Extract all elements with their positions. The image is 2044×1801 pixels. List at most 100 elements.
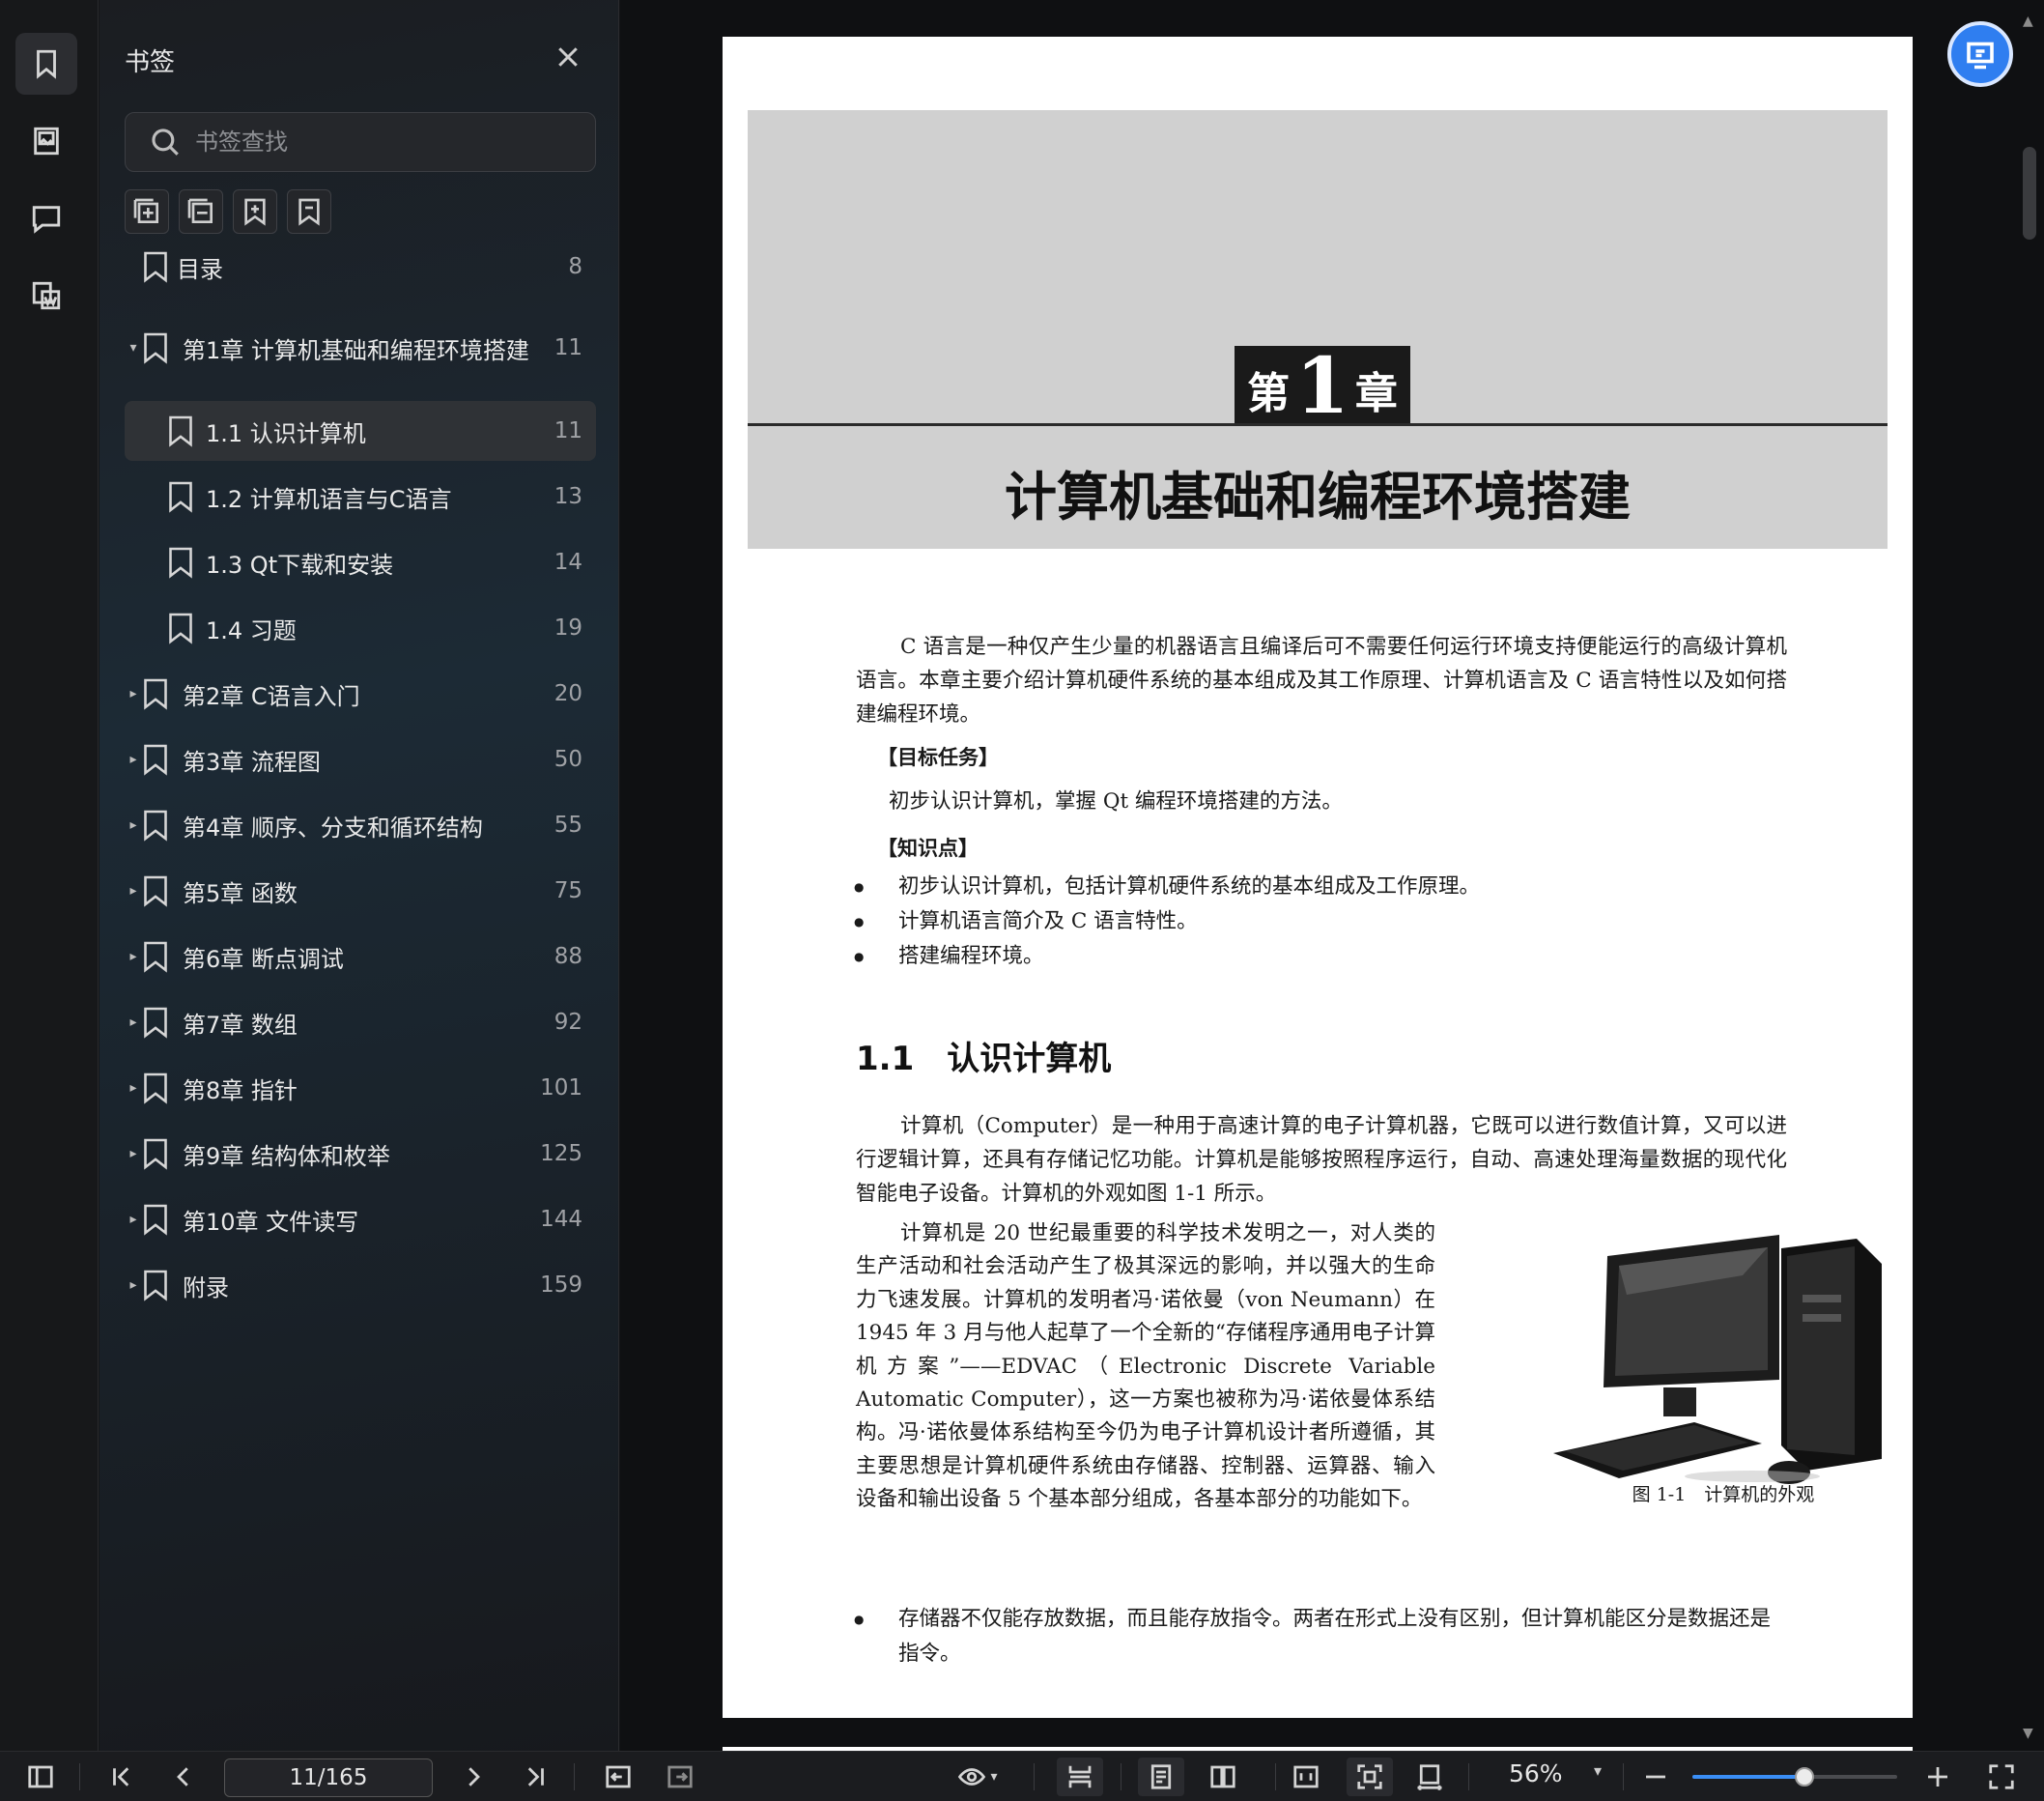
section-heading: 1.1 认识计算机	[856, 1032, 1111, 1079]
actual-size-button[interactable]	[1285, 1758, 1327, 1796]
page-number-input[interactable]: 11/165	[224, 1758, 433, 1797]
view-mode-dropdown[interactable]: ▾	[949, 1758, 1007, 1796]
bookmark-item[interactable]: ▸ 第2章 C语言入门 20	[125, 664, 596, 724]
bookmark-icon	[142, 1137, 169, 1170]
caret-right-icon[interactable]: ▸	[127, 686, 140, 701]
bookmark-item[interactable]: ▸ 第4章 顺序、分支和循环结构 55	[125, 795, 596, 855]
bookmark-page-number: 144	[540, 1207, 582, 1232]
bookmark-item[interactable]: ▸ 第6章 断点调试 88	[125, 927, 596, 986]
last-page-button[interactable]	[516, 1758, 554, 1796]
collapse-all-button[interactable]	[179, 189, 223, 234]
bookmark-tab-button[interactable]	[15, 33, 77, 95]
previous-page-button[interactable]	[164, 1758, 203, 1796]
single-page-button[interactable]	[1138, 1758, 1184, 1796]
bookmark-page-number: 19	[554, 615, 582, 641]
caret-right-icon[interactable]: ▸	[127, 1146, 140, 1161]
single-page-icon	[1150, 1764, 1172, 1789]
bookmark-item[interactable]: ▸ 第7章 数组 92	[125, 992, 596, 1052]
caret-right-icon[interactable]: ▸	[127, 817, 140, 833]
floating-convert-button[interactable]	[1947, 21, 2013, 87]
zoom-slider-handle[interactable]	[1795, 1767, 1814, 1787]
zoom-slider[interactable]	[1692, 1767, 1897, 1787]
chevron-down-icon: ▾	[990, 1769, 998, 1785]
back-button[interactable]	[599, 1758, 638, 1796]
caret-right-icon[interactable]: ▸	[127, 1277, 140, 1293]
forward-button[interactable]	[661, 1758, 699, 1796]
bookmark-item[interactable]: 1.4 习题 19	[125, 598, 596, 658]
bookmark-item[interactable]: ▸ 第3章 流程图 50	[125, 729, 596, 789]
caret-right-icon[interactable]: ▸	[127, 1212, 140, 1227]
caret-right-icon[interactable]: ▸	[127, 1015, 140, 1030]
two-page-button[interactable]	[1200, 1758, 1246, 1796]
document-page: 第 1 章 计算机基础和编程环境搭建 C 语言是一种仅产生少量的机器语言且编译后…	[723, 37, 1913, 1718]
bookmark-icon	[142, 874, 169, 907]
bookmark-item[interactable]: 1.1 认识计算机 11	[125, 401, 596, 461]
bookmark-search[interactable]	[125, 112, 596, 172]
bookmark-icon	[167, 612, 194, 644]
bookmark-page-number: 92	[554, 1010, 582, 1035]
bookmark-item[interactable]: 1.2 计算机语言与C语言 13	[125, 467, 596, 527]
convert-tab-button[interactable]	[15, 265, 77, 327]
close-icon	[558, 47, 578, 67]
image-icon	[34, 127, 59, 156]
bookmark-icon	[142, 1072, 169, 1104]
fit-page-button[interactable]	[1347, 1758, 1393, 1796]
bookmark-item[interactable]: ▸ 第10章 文件读写 144	[125, 1189, 596, 1249]
toolbar-divider	[1275, 1763, 1276, 1790]
bookmark-page-number: 55	[554, 813, 582, 838]
toolbar-divider	[79, 1763, 80, 1790]
bookmark-label: 第5章 函数	[183, 879, 298, 907]
continuous-scroll-button[interactable]	[1057, 1758, 1103, 1796]
edit-bookmark-button[interactable]	[287, 189, 331, 234]
bookmark-label: 第9章 结构体和枚举	[183, 1142, 390, 1170]
caret-down-icon[interactable]: ▾	[127, 340, 140, 356]
vertical-scrollbar-thumb[interactable]	[2023, 147, 2036, 240]
bookmark-icon	[142, 331, 169, 364]
caret-right-icon[interactable]: ▸	[127, 883, 140, 899]
zoom-dropdown-chevron-icon[interactable]: ▾	[1594, 1761, 1602, 1780]
caret-right-icon[interactable]: ▸	[127, 752, 140, 767]
thumbnail-tab-button[interactable]	[15, 110, 77, 172]
expand-all-button[interactable]	[125, 189, 169, 234]
caret-right-icon[interactable]: ▸	[127, 949, 140, 964]
bookmark-item[interactable]: ▸ 第5章 函数 75	[125, 861, 596, 921]
scroll-down-arrow[interactable]: ▼	[2023, 1726, 2033, 1741]
expand-all-icon	[133, 198, 158, 223]
bookmark-item[interactable]: 目录 8	[125, 237, 596, 297]
sidebar-icon	[28, 1765, 53, 1788]
next-page-button[interactable]	[454, 1758, 493, 1796]
fullscreen-button[interactable]	[1982, 1758, 2021, 1796]
bookmark-item[interactable]: 1.3 Qt下载和安装 14	[125, 532, 596, 592]
bookmark-item[interactable]: ▾ 第1章 计算机基础和编程环境搭建 11	[125, 308, 596, 387]
goal-text: 初步认识计算机，掌握 Qt 编程环境搭建的方法。	[889, 789, 1343, 814]
zoom-out-button[interactable]	[1636, 1758, 1675, 1796]
close-panel-button[interactable]	[554, 43, 582, 71]
caret-right-icon[interactable]: ▸	[127, 1080, 140, 1096]
section-title: 认识计算机	[947, 1040, 1112, 1078]
scroll-up-arrow[interactable]: ▲	[2023, 14, 2033, 29]
bookmark-icon	[142, 809, 169, 842]
bookmark-label: 第1章 计算机基础和编程环境搭建	[183, 336, 529, 364]
bookmark-icon	[142, 1203, 169, 1236]
bookmark-item[interactable]: ▸ 第8章 指针 101	[125, 1058, 596, 1118]
chapter-prefix: 第	[1247, 369, 1291, 418]
bookmark-item[interactable]: ▸ 附录 159	[125, 1255, 596, 1315]
bookmark-label: 第8章 指针	[183, 1076, 298, 1104]
zoom-level[interactable]: 56%	[1509, 1759, 1563, 1787]
fit-width-button[interactable]	[1408, 1758, 1451, 1796]
zoom-in-button[interactable]	[1918, 1758, 1957, 1796]
comment-tab-button[interactable]	[15, 187, 77, 249]
first-page-button[interactable]	[102, 1758, 141, 1796]
add-bookmark-icon	[244, 198, 266, 226]
bookmark-label: 1.4 习题	[206, 616, 297, 644]
goal-heading: 【目标任务】	[877, 746, 999, 769]
bookmark-label: 目录	[177, 255, 223, 283]
panel-title: 书签	[125, 48, 176, 77]
toggle-sidebar-button[interactable]	[21, 1758, 60, 1796]
bookmark-icon	[167, 415, 194, 447]
bookmark-item[interactable]: ▸ 第9章 结构体和枚举 125	[125, 1124, 596, 1184]
add-bookmark-button[interactable]	[233, 189, 277, 234]
document-viewer[interactable]: 第 1 章 计算机基础和编程环境搭建 C 语言是一种仅产生少量的机器语言且编译后…	[620, 0, 2044, 1751]
bookmark-search-input[interactable]	[195, 129, 582, 156]
knowledge-item: 计算机语言简介及 C 语言特性。	[854, 904, 1787, 939]
